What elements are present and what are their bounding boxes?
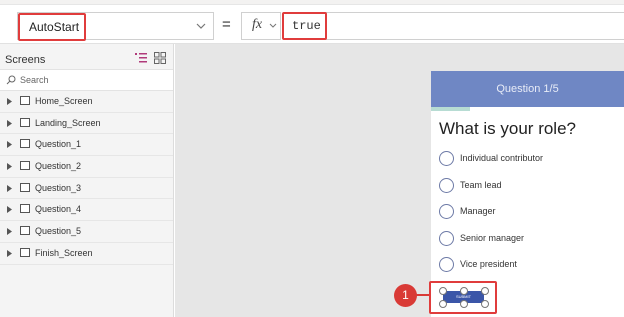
panel-title: Screens — [5, 54, 46, 66]
option-label: Senior manager — [460, 232, 525, 243]
screen-label: Landing_Screen — [35, 117, 101, 128]
screen-icon — [20, 117, 30, 127]
screen-item-question-1[interactable]: Question_1 — [0, 134, 173, 157]
expand-icon[interactable] — [7, 141, 12, 149]
screen-item-question-3[interactable]: Question_3 — [0, 178, 173, 200]
option-label: Individual contributor — [460, 153, 544, 163]
screen-label: Question_5 — [35, 226, 82, 237]
callout-arrow-icon — [414, 294, 430, 296]
progress-bar — [431, 107, 624, 111]
screen-icon — [20, 182, 30, 192]
equals-sign: = — [222, 16, 231, 33]
radio-button[interactable] — [439, 204, 454, 219]
radio-button[interactable] — [439, 151, 454, 166]
design-canvas: Question 1/5 What is your role? Individu… — [175, 44, 624, 317]
option-label: Vice president — [460, 259, 517, 269]
expand-icon[interactable] — [7, 206, 12, 214]
formula-input[interactable] — [283, 12, 624, 40]
question-header: Question 1/5 — [431, 71, 624, 107]
resize-handle[interactable] — [439, 300, 447, 308]
screen-label: Question_3 — [35, 182, 82, 193]
screen-item-question-4[interactable]: Question_4 — [0, 199, 173, 222]
screen-label: Question_4 — [35, 204, 82, 215]
resize-handle[interactable] — [460, 287, 468, 295]
chevron-down-icon[interactable] — [195, 20, 207, 32]
screen-list: Home_Screen Landing_Screen Question_1 Qu… — [0, 91, 173, 265]
screen-label: Question_2 — [35, 161, 82, 172]
screen-icon — [20, 139, 30, 149]
screen-label: Finish_Screen — [35, 247, 93, 258]
formula-value[interactable]: true — [282, 12, 327, 40]
resize-handle[interactable] — [481, 300, 489, 308]
screen-item-question-5[interactable]: Question_5 — [0, 221, 173, 243]
expand-icon[interactable] — [7, 98, 12, 105]
screen-icon — [20, 161, 30, 171]
radio-button[interactable] — [439, 230, 454, 246]
option-label: Team lead — [460, 179, 502, 190]
expand-icon[interactable] — [7, 249, 12, 257]
screen-item-finish[interactable]: Finish_Screen — [0, 243, 173, 265]
expand-icon[interactable] — [7, 184, 12, 192]
search-input[interactable] — [20, 72, 168, 87]
screen-item-question-2[interactable]: Question_2 — [0, 156, 173, 178]
property-dropdown[interactable]: AutoStart — [17, 12, 214, 41]
formula-bar: AutoStart = fx true — [0, 5, 624, 44]
radio-button[interactable] — [439, 257, 454, 272]
progress-fill — [431, 107, 470, 111]
search-icon — [6, 75, 16, 85]
expand-icon[interactable] — [7, 163, 12, 171]
grid-view-icon[interactable] — [154, 52, 166, 64]
screen-icon — [20, 226, 30, 236]
radio-button[interactable] — [439, 177, 454, 193]
screen-item-home[interactable]: Home_Screen — [0, 91, 173, 113]
option-label: Manager — [460, 206, 496, 216]
fx-button[interactable]: fx — [241, 12, 281, 40]
resize-handle[interactable] — [439, 287, 447, 295]
resize-handle[interactable] — [460, 300, 468, 308]
resize-handle[interactable] — [481, 287, 489, 295]
chevron-down-icon — [269, 23, 277, 28]
search-box[interactable] — [0, 69, 173, 91]
fx-icon: fx — [252, 17, 263, 32]
screens-panel: Screens Home_Screen Landing_Screen — [0, 44, 174, 317]
screen-icon — [20, 247, 30, 257]
screen-label: Home_Screen — [35, 96, 93, 106]
screen-icon — [20, 204, 30, 214]
tree-view-icon[interactable] — [135, 52, 147, 64]
screen-label: Question_1 — [35, 139, 82, 150]
property-name[interactable]: AutoStart — [18, 13, 86, 41]
expand-icon[interactable] — [7, 119, 12, 127]
selected-submit-highlight: SUBMIT — [429, 281, 497, 314]
expand-icon[interactable] — [7, 228, 12, 236]
screen-icon — [20, 96, 30, 105]
question-counter: Question 1/5 — [496, 83, 559, 95]
question-title: What is your role? — [439, 119, 576, 138]
screen-item-landing[interactable]: Landing_Screen — [0, 113, 173, 135]
